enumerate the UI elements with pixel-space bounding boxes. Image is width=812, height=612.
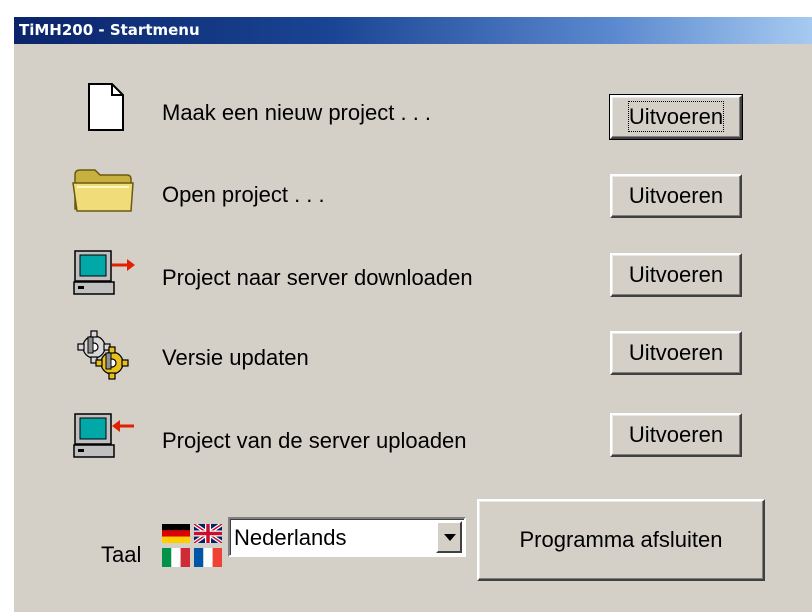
upload-project-label: Project van de server uploaden [162, 428, 467, 453]
upload-project-run-button[interactable]: Uitvoeren [610, 413, 742, 457]
update-version-label: Versie updaten [162, 345, 309, 370]
computer-download-icon [72, 249, 138, 302]
download-project-label: Project naar server downloaden [162, 265, 473, 290]
gears-icon [74, 329, 134, 386]
language-select[interactable]: Nederlands [228, 517, 466, 557]
german-flag-icon [162, 524, 190, 543]
language-select-value: Nederlands [234, 525, 347, 550]
exit-program-button[interactable]: Programma afsluiten [477, 499, 765, 581]
download-project-run-button[interactable]: Uitvoeren [610, 253, 742, 297]
startmenu-window: TiMH200 - Startmenu Maak een nieuw proje… [14, 17, 812, 612]
title-bar: TiMH200 - Startmenu [14, 17, 812, 44]
uk-flag-icon [194, 524, 222, 543]
open-project-run-button[interactable]: Uitvoeren [610, 174, 742, 218]
chevron-down-icon[interactable] [436, 521, 462, 553]
folder-icon [71, 165, 137, 220]
italian-flag-icon [162, 548, 190, 567]
new-document-icon [86, 81, 126, 138]
update-version-run-button[interactable]: Uitvoeren [610, 331, 742, 375]
new-project-label: Maak een nieuw project . . . [162, 100, 432, 125]
open-project-label: Open project . . . [162, 182, 325, 207]
language-flags [162, 524, 226, 576]
new-project-run-button[interactable]: Uitvoeren [609, 94, 743, 140]
computer-upload-icon [72, 412, 138, 465]
french-flag-icon [194, 548, 222, 567]
language-label: Taal [101, 542, 142, 567]
